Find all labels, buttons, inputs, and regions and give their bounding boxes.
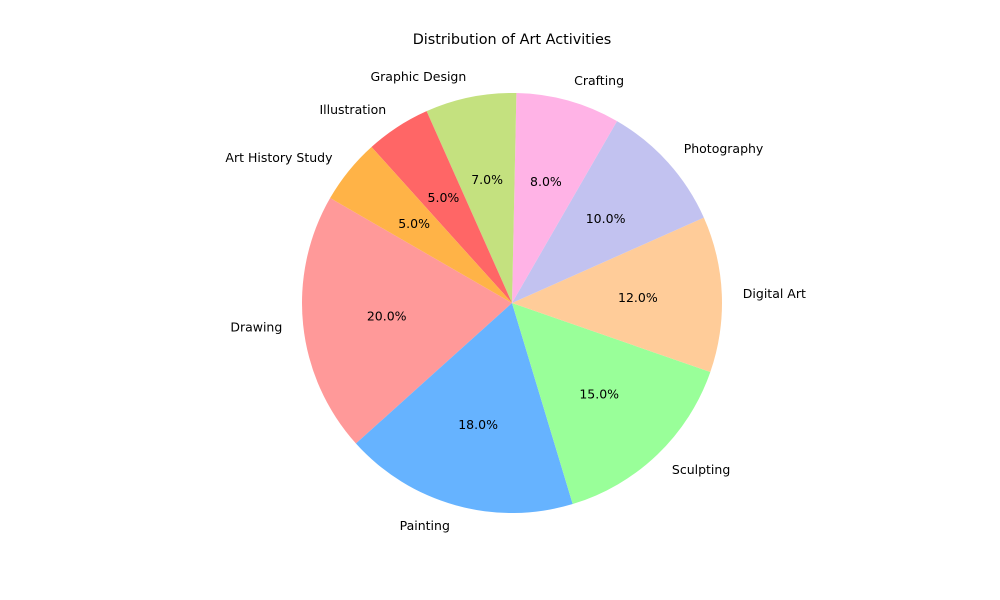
value-label-photography: 10.0% — [586, 211, 626, 226]
category-label-art-history-study: Art History Study — [225, 150, 333, 165]
value-label-art-history-study: 5.0% — [398, 216, 430, 231]
category-label-graphic-design: Graphic Design — [370, 69, 466, 84]
category-label-drawing: Drawing — [230, 320, 282, 335]
value-label-crafting: 8.0% — [530, 174, 562, 189]
category-label-photography: Photography — [684, 141, 764, 156]
value-label-painting: 18.0% — [458, 417, 498, 432]
value-label-sculpting: 15.0% — [579, 386, 619, 401]
category-label-illustration: Illustration — [319, 102, 386, 117]
value-label-drawing: 20.0% — [367, 309, 407, 324]
value-label-digital-art: 12.0% — [618, 290, 658, 305]
pie-slices — [301, 93, 722, 514]
pie-chart: Distribution of Art Activities 20.0% 18.0… — [225, 32, 806, 533]
chart-title: Distribution of Art Activities — [413, 32, 612, 48]
category-label-crafting: Crafting — [574, 73, 624, 88]
category-label-digital-art: Digital Art — [743, 286, 806, 301]
value-label-illustration: 5.0% — [428, 190, 460, 205]
category-label-sculpting: Sculpting — [672, 462, 730, 477]
value-label-graphic-design: 7.0% — [471, 172, 503, 187]
category-label-painting: Painting — [400, 518, 450, 533]
